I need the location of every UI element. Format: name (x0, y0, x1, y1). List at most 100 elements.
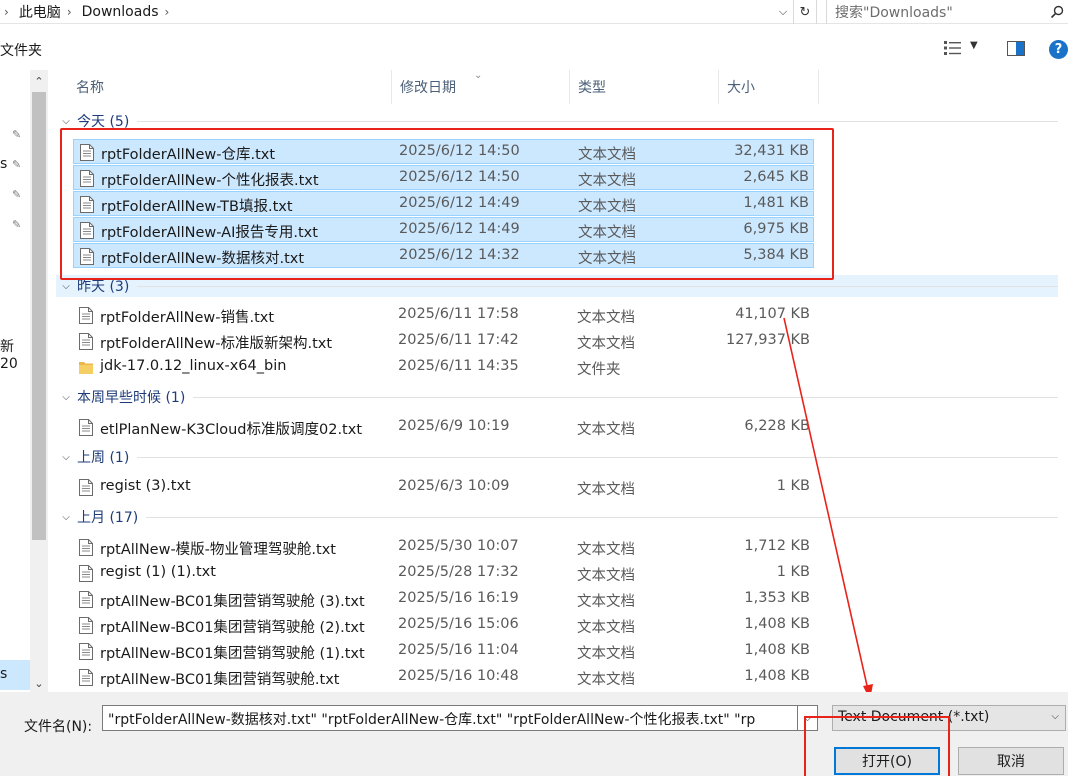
file-row[interactable]: etlPlanNew-K3Cloud标准版调度02.txt 2025/6/9 10… (73, 415, 814, 440)
help-icon[interactable]: ? (1049, 40, 1068, 59)
file-type: 文本文档 (577, 620, 635, 636)
filename-input[interactable]: "rptFolderAllNew-数据核对.txt" "rptFolderAll… (102, 705, 798, 731)
file-row[interactable]: regist (1) (1).txt 2025/5/28 17:32 文本文档 1 K… (73, 561, 814, 586)
file-date: 2025/6/11 14:35 (398, 358, 519, 374)
annotation-highlight-box (60, 128, 834, 280)
folder-icon (79, 359, 93, 376)
file-date: 2025/5/28 17:32 (398, 564, 519, 580)
search-icon[interactable] (1050, 2, 1068, 22)
file-date: 2025/5/16 15:06 (398, 616, 519, 632)
scroll-down-icon[interactable]: ⌄ (30, 674, 48, 692)
file-row[interactable]: jdk-17.0.12_linux-x64_bin 2025/6/11 14:35… (73, 355, 814, 380)
file-date: 2025/6/11 17:42 (398, 332, 519, 348)
file-name: rptAllNew-模版-物业管理驾驶舱.txt (100, 542, 336, 558)
file-row[interactable]: rptAllNew-BC01集团营销驾驶舱.txt 2025/5/16 10:48… (73, 665, 814, 690)
new-folder-button[interactable]: 文件夹 (0, 40, 42, 60)
file-type: 文本文档 (577, 594, 635, 610)
file-row[interactable]: regist (3).txt 2025/6/3 10:09 文本文档 1 KB (73, 475, 814, 500)
chevron-down-icon: ⌵ (62, 115, 70, 127)
refresh-button[interactable]: ↻ (793, 0, 817, 24)
group-header[interactable]: ⌵ 本周早些时候 (1) (56, 386, 1058, 408)
group-divider (137, 285, 1058, 287)
file-type: 文本文档 (577, 310, 635, 326)
file-size: 1,712 KB (744, 538, 810, 554)
chevron-down-icon: ⌵ (62, 280, 70, 292)
address-bar: › 此电脑 › Downloads › ⌵ ↻ 搜索"Downloads" (0, 0, 1068, 24)
cancel-button[interactable]: 取消 (958, 747, 1064, 775)
file-row[interactable]: rptFolderAllNew-销售.txt 2025/6/11 17:58 文本文… (73, 303, 814, 328)
chevron-right-icon: › (164, 5, 170, 19)
file-name: rptFolderAllNew-标准版新架构.txt (100, 336, 333, 352)
nav-item-selected[interactable]: s (0, 660, 30, 690)
search-input[interactable]: 搜索"Downloads" (827, 2, 1050, 22)
text-file-icon (79, 307, 93, 324)
address-history-dropdown[interactable]: ⌵ (774, 2, 792, 22)
file-row[interactable]: rptAllNew-BC01集团营销驾驶舱 (3).txt 2025/5/16 1… (73, 587, 814, 612)
group-header[interactable]: ⌵ 上月 (17) (56, 506, 1058, 528)
file-type: 文本文档 (577, 482, 635, 498)
nav-item-fragment: s (0, 666, 8, 682)
text-file-icon (79, 333, 93, 350)
file-name: rptAllNew-BC01集团营销驾驶舱 (2).txt (100, 620, 365, 636)
breadcrumb[interactable]: › 此电脑 › Downloads › (0, 0, 792, 24)
file-date: 2025/6/11 17:58 (398, 306, 519, 322)
nav-item-fragment[interactable]: 新20 (0, 336, 30, 372)
breadcrumb-downloads[interactable]: Downloads (80, 4, 161, 20)
file-type: 文本文档 (577, 646, 635, 662)
annotation-highlight-box (804, 716, 950, 776)
text-file-icon (79, 669, 93, 686)
column-header-name[interactable]: 名称 (68, 70, 392, 104)
chevron-right-icon: › (66, 5, 72, 19)
chevron-down-icon: ⌵ (62, 451, 70, 463)
breadcrumb-this-pc[interactable]: 此电脑 (17, 2, 63, 22)
pin-icon: ✎ (12, 128, 22, 141)
group-label: 上周 (1) (77, 450, 130, 466)
group-divider (137, 456, 1058, 458)
group-divider (146, 516, 1058, 518)
file-size: 1,353 KB (744, 590, 810, 606)
file-row[interactable]: rptAllNew-BC01集团营销驾驶舱 (2).txt 2025/5/16 1… (73, 613, 814, 638)
view-options-icon[interactable] (944, 41, 962, 55)
file-size: 41,107 KB (735, 306, 810, 322)
text-file-icon (79, 565, 93, 582)
nav-item-fragment[interactable]: s (0, 156, 7, 172)
file-row[interactable]: rptFolderAllNew-标准版新架构.txt 2025/6/11 17:4… (73, 329, 814, 354)
column-header-type[interactable]: 类型 (570, 70, 719, 104)
file-size: 127,937 KB (725, 332, 810, 348)
preview-pane-icon[interactable] (1007, 41, 1025, 56)
text-file-icon (79, 591, 93, 608)
file-name: rptAllNew-BC01集团营销驾驶舱 (3).txt (100, 594, 365, 610)
column-header-label: 名称 (76, 80, 104, 96)
file-row[interactable]: rptAllNew-BC01集团营销驾驶舱 (1).txt 2025/5/16 1… (73, 639, 814, 664)
pin-icon: ✎ (12, 158, 22, 171)
file-row[interactable]: rptAllNew-模版-物业管理驾驶舱.txt 2025/5/30 10:07 文… (73, 535, 814, 560)
chevron-down-icon: ⌵ (62, 391, 70, 403)
pin-icon: ✎ (12, 218, 22, 231)
text-file-icon (79, 643, 93, 660)
chevron-right-icon: › (4, 5, 9, 19)
file-type: 文本文档 (577, 568, 635, 584)
group-divider (137, 120, 1058, 122)
file-date: 2025/5/16 16:19 (398, 590, 519, 606)
file-name: rptAllNew-BC01集团营销驾驶舱 (1).txt (100, 646, 365, 662)
file-size: 1,408 KB (744, 616, 810, 632)
group-divider (193, 396, 1058, 398)
file-date: 2025/5/16 10:48 (398, 668, 519, 684)
search-box[interactable]: 搜索"Downloads" (826, 0, 1068, 24)
command-bar: 文件夹 ▼ (0, 32, 1068, 62)
file-size: 1,408 KB (744, 668, 810, 684)
sort-caret-icon: ⌄ (474, 70, 483, 81)
file-type: 文本文档 (577, 672, 635, 688)
group-header[interactable]: ⌵ 上周 (1) (56, 446, 1058, 468)
scrollbar-thumb[interactable] (32, 92, 46, 540)
file-date: 2025/5/16 11:04 (398, 642, 519, 658)
file-type: 文本文档 (577, 336, 635, 352)
scroll-up-icon[interactable]: ⌃ (30, 70, 48, 92)
filename-label: 文件名(N): (24, 719, 93, 735)
nav-scrollbar[interactable]: ⌃ ⌄ (30, 70, 48, 692)
view-dropdown-icon[interactable]: ▼ (970, 40, 978, 51)
column-header-size[interactable]: 大小 (719, 70, 819, 104)
text-file-icon (79, 479, 93, 496)
file-date: 2025/6/3 10:09 (398, 478, 510, 494)
file-name: jdk-17.0.12_linux-x64_bin (100, 358, 287, 374)
